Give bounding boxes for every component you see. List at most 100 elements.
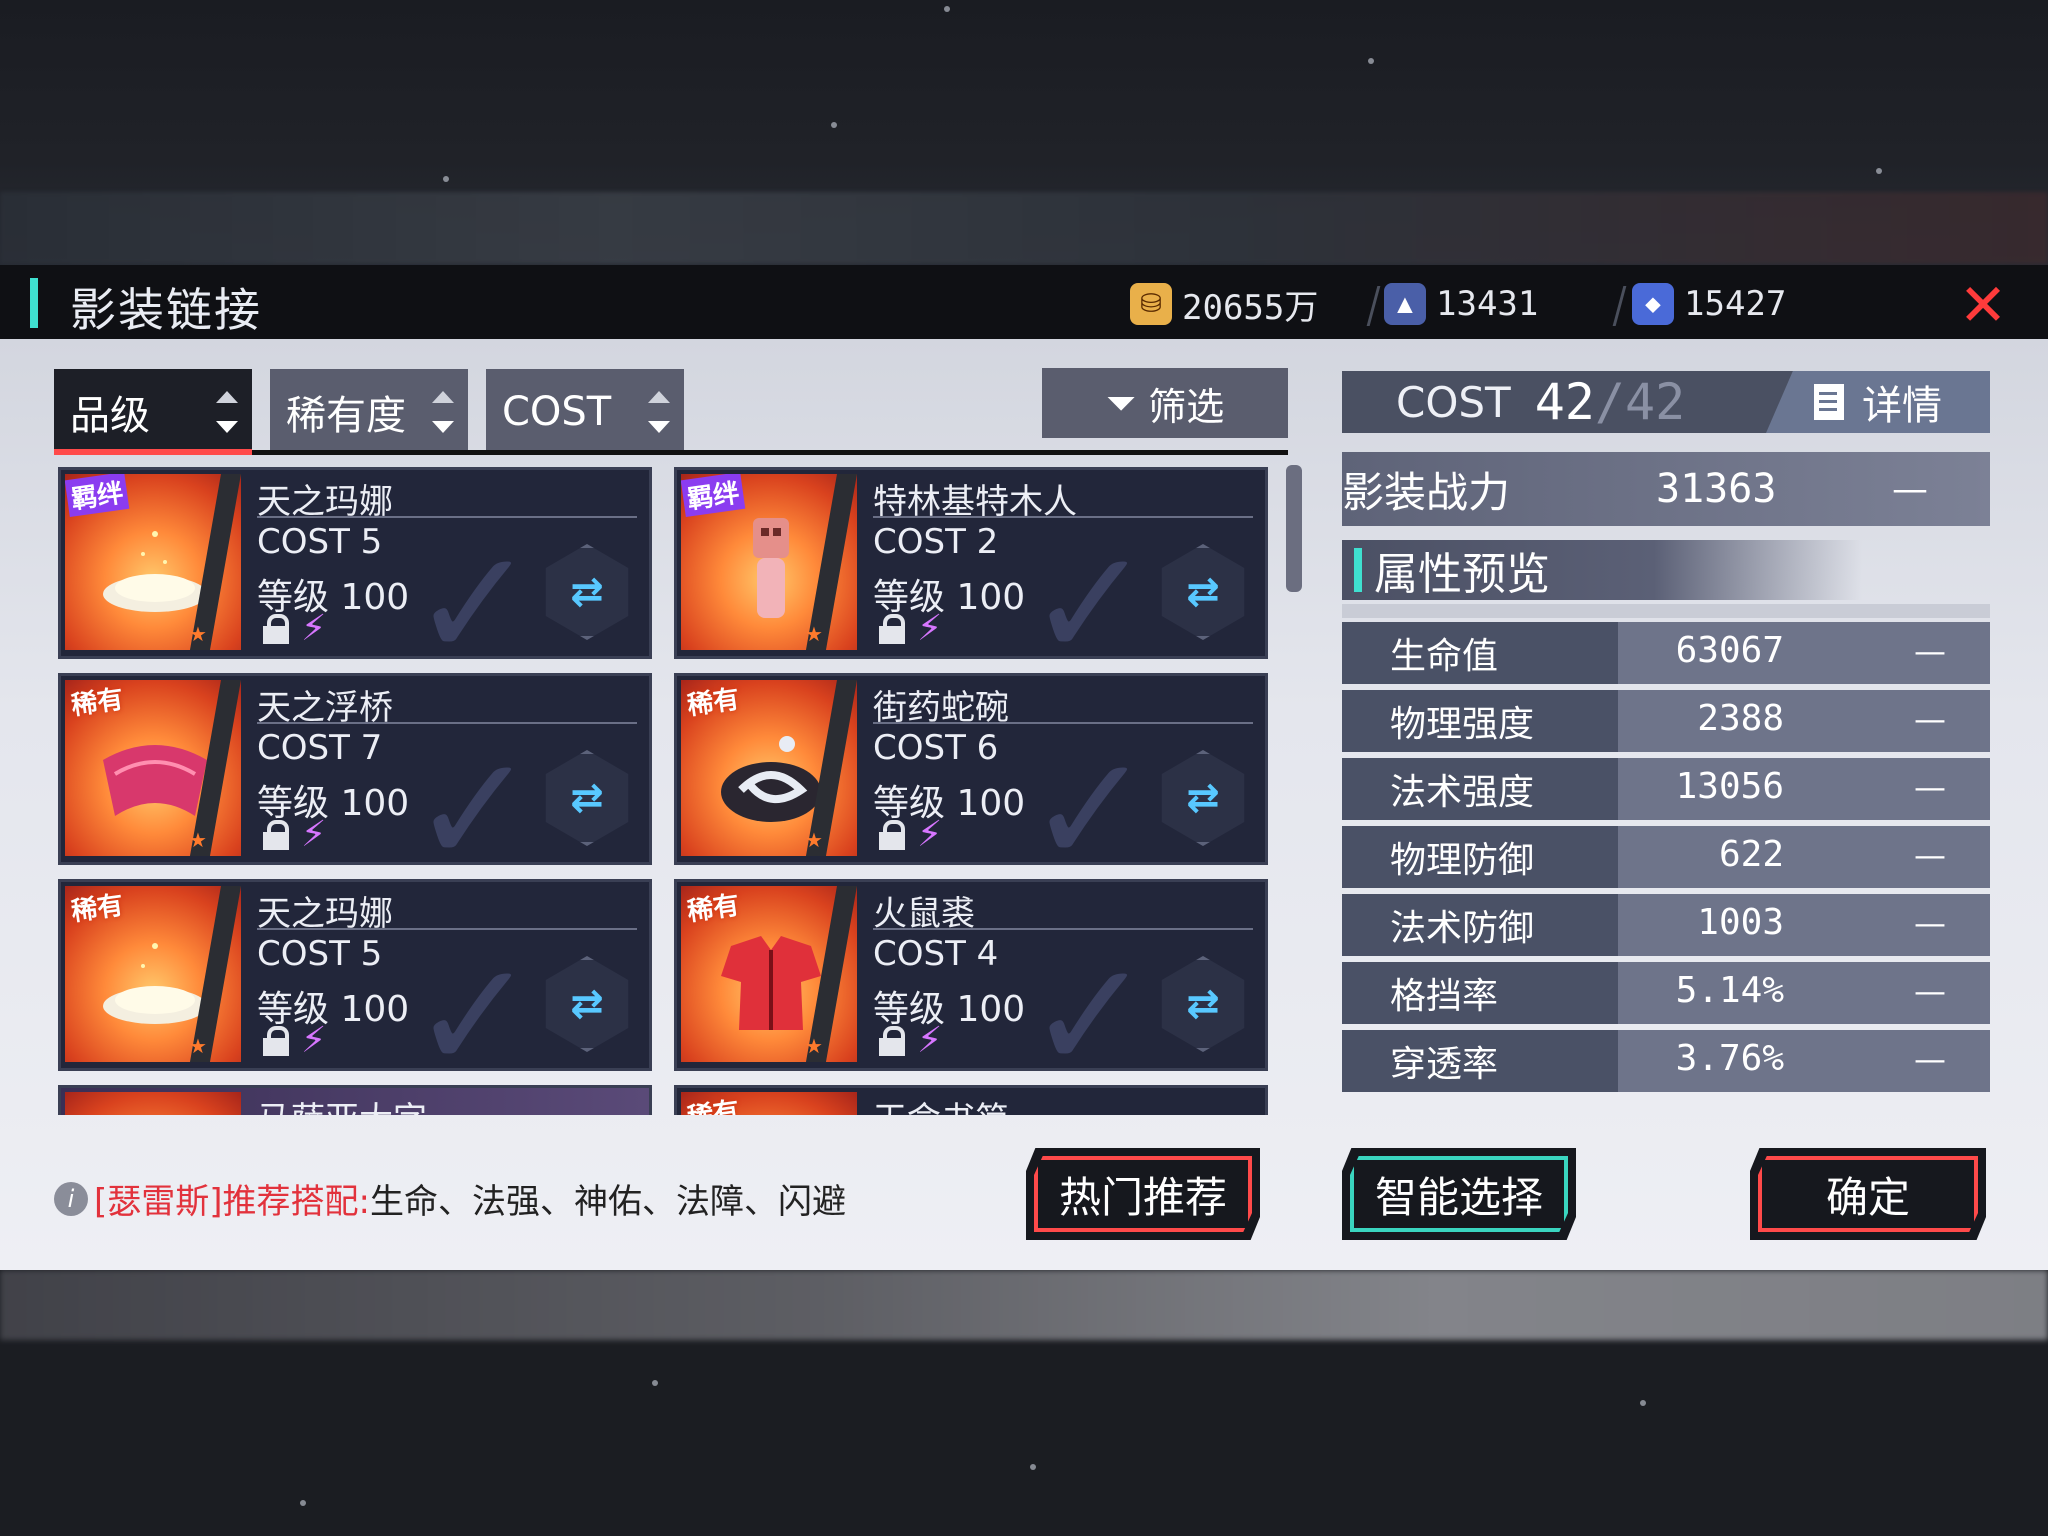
- item-badge: 羁绊: [65, 474, 130, 517]
- stat-row: 生命值 63067 —: [1342, 622, 1990, 684]
- stat-value-cell: 622 —: [1618, 826, 1990, 888]
- lock-icon[interactable]: [261, 820, 291, 852]
- item-card[interactable]: 马萨亚大字: [58, 1085, 652, 1115]
- link-button[interactable]: ⇄: [1161, 750, 1245, 846]
- item-cost: COST 2: [873, 522, 999, 562]
- currency-crystal-value: 13431: [1436, 284, 1539, 324]
- background-blur-bar: [0, 192, 2048, 264]
- item-level: 等级 100: [873, 989, 1026, 1030]
- detail-button[interactable]: 详情: [1766, 371, 1990, 433]
- sort-tab-grade[interactable]: 品级: [54, 369, 252, 455]
- title-accent: [30, 278, 38, 328]
- button-label: 智能选择: [1374, 1172, 1543, 1222]
- star-icon: ★: [805, 828, 823, 852]
- smart-select-button[interactable]: 智能选择: [1342, 1148, 1576, 1240]
- star-icon: ★: [189, 622, 207, 646]
- cost-max: /42: [1594, 373, 1686, 431]
- document-icon: [1814, 384, 1844, 420]
- stat-delta: —: [1914, 768, 1946, 806]
- link-icon: ⇄: [570, 775, 604, 821]
- stat-delta: —: [1914, 1040, 1946, 1078]
- stat-value: 1003: [1697, 902, 1784, 943]
- star-icon: ★: [805, 1034, 823, 1058]
- link-button[interactable]: ⇄: [545, 956, 629, 1052]
- background-bottom-strip: [0, 1270, 2048, 1340]
- hint-hero: [瑟雷斯]推荐搭配:: [94, 1182, 370, 1222]
- item-level: 等级 100: [257, 577, 410, 618]
- lightning-icon: ⚡: [917, 1020, 943, 1061]
- item-thumbnail: 稀有 ★: [681, 680, 857, 856]
- lightning-icon: ⚡: [301, 608, 327, 649]
- star-decoration: [831, 122, 837, 128]
- stat-delta: —: [1914, 632, 1946, 670]
- link-icon: ⇄: [570, 569, 604, 615]
- item-list[interactable]: 羁绊 ★ 天之玛娜 COST 5 等级 100 ⚡ ✓ ⇄ 羁绊 ★ 特林基特木…: [54, 465, 1288, 1115]
- filter-funnel-icon: ⏷: [1105, 380, 1137, 425]
- lock-icon[interactable]: [877, 1026, 907, 1058]
- lightning-icon: ⚡: [917, 608, 943, 649]
- stat-value: 13056: [1675, 766, 1784, 807]
- section-accent: [1354, 548, 1362, 592]
- sort-tab-rarity[interactable]: 稀有度: [270, 369, 468, 455]
- cost-label: COST: [1396, 377, 1511, 427]
- close-button[interactable]: ✕: [1955, 276, 2011, 334]
- item-name: 天命书简: [873, 1092, 1009, 1115]
- item-card[interactable]: 稀有 ★ 街药蛇碗 COST 6 等级 100 ⚡ ✓ ⇄: [674, 673, 1268, 886]
- item-cost: COST 5: [257, 522, 383, 562]
- power-label: 影装战力: [1342, 467, 1511, 517]
- star-decoration: [944, 6, 950, 12]
- stat-name: 格挡率: [1342, 962, 1618, 1024]
- detail-label: 详情: [1862, 383, 1942, 429]
- filter-button[interactable]: ⏷ 筛选: [1042, 368, 1288, 438]
- stat-delta: —: [1914, 972, 1946, 1010]
- link-button[interactable]: ⇄: [545, 544, 629, 640]
- popular-recommend-button[interactable]: 热门推荐: [1026, 1148, 1260, 1240]
- lock-icon[interactable]: [877, 820, 907, 852]
- active-tab-indicator: [54, 449, 252, 455]
- lock-icon[interactable]: [261, 614, 291, 646]
- item-card[interactable]: 稀有 ★ 火鼠裘 COST 4 等级 100 ⚡ ✓ ⇄: [674, 879, 1268, 1092]
- sort-arrows-icon: [216, 391, 238, 433]
- sort-tab-cost[interactable]: COST: [486, 369, 684, 455]
- lock-icon[interactable]: [261, 1026, 291, 1058]
- stat-value: 63067: [1675, 630, 1784, 671]
- equipped-check-icon: ✓: [411, 930, 537, 1104]
- link-button[interactable]: ⇄: [1161, 956, 1245, 1052]
- confirm-button[interactable]: 确定: [1750, 1148, 1986, 1240]
- equipped-check-icon: ✓: [1027, 724, 1153, 898]
- lock-icon[interactable]: [877, 614, 907, 646]
- close-icon: ✕: [1958, 271, 2008, 339]
- item-card[interactable]: 稀有 天命书简: [674, 1085, 1268, 1115]
- item-card[interactable]: 羁绊 ★ 特林基特木人 COST 2 等级 100 ⚡ ✓ ⇄: [674, 467, 1268, 680]
- item-card[interactable]: 稀有 ★ 天之浮桥 COST 7 等级 100 ⚡ ✓ ⇄: [58, 673, 652, 886]
- stat-value-cell: 2388 —: [1618, 690, 1990, 752]
- stat-name: 物理强度: [1342, 690, 1618, 752]
- stat-value: 622: [1718, 834, 1784, 875]
- item-badge: 稀有: [69, 890, 126, 928]
- attribute-preview-header: 属性预览: [1342, 540, 1862, 600]
- sort-arrows-icon: [648, 391, 670, 433]
- currency-diamond-value: 15427: [1684, 284, 1787, 324]
- link-button[interactable]: ⇄: [545, 750, 629, 846]
- power-row: 影装战力 31363 —: [1342, 452, 1990, 526]
- equipped-check-icon: ✓: [1027, 930, 1153, 1104]
- crystal-shard-icon: ▲: [1384, 283, 1426, 325]
- item-badge: [67, 1093, 75, 1094]
- list-scrollbar[interactable]: [1286, 465, 1302, 592]
- item-thumbnail: 羁绊 ★: [681, 474, 857, 650]
- info-icon[interactable]: i: [54, 1181, 88, 1216]
- link-button[interactable]: ⇄: [1161, 544, 1245, 640]
- stat-delta: —: [1914, 904, 1946, 942]
- item-badge: 稀有: [685, 890, 742, 928]
- star-icon: ★: [805, 622, 823, 646]
- section-divider: [1342, 604, 1990, 618]
- currency-gold-value: 20655万: [1182, 287, 1319, 328]
- item-card[interactable]: 稀有 ★ 天之玛娜 COST 5 等级 100 ⚡ ✓ ⇄: [58, 879, 652, 1092]
- star-decoration: [1368, 58, 1374, 64]
- item-thumbnail: [65, 1092, 241, 1115]
- item-thumbnail: 稀有: [681, 1092, 857, 1115]
- item-card[interactable]: 羁绊 ★ 天之玛娜 COST 5 等级 100 ⚡ ✓ ⇄: [58, 467, 652, 680]
- stat-row: 格挡率 5.14% —: [1342, 962, 1990, 1024]
- currency-gold: ⛁ 20655万: [1130, 280, 1318, 328]
- currency-crystal: ▲ 13431: [1384, 280, 1538, 328]
